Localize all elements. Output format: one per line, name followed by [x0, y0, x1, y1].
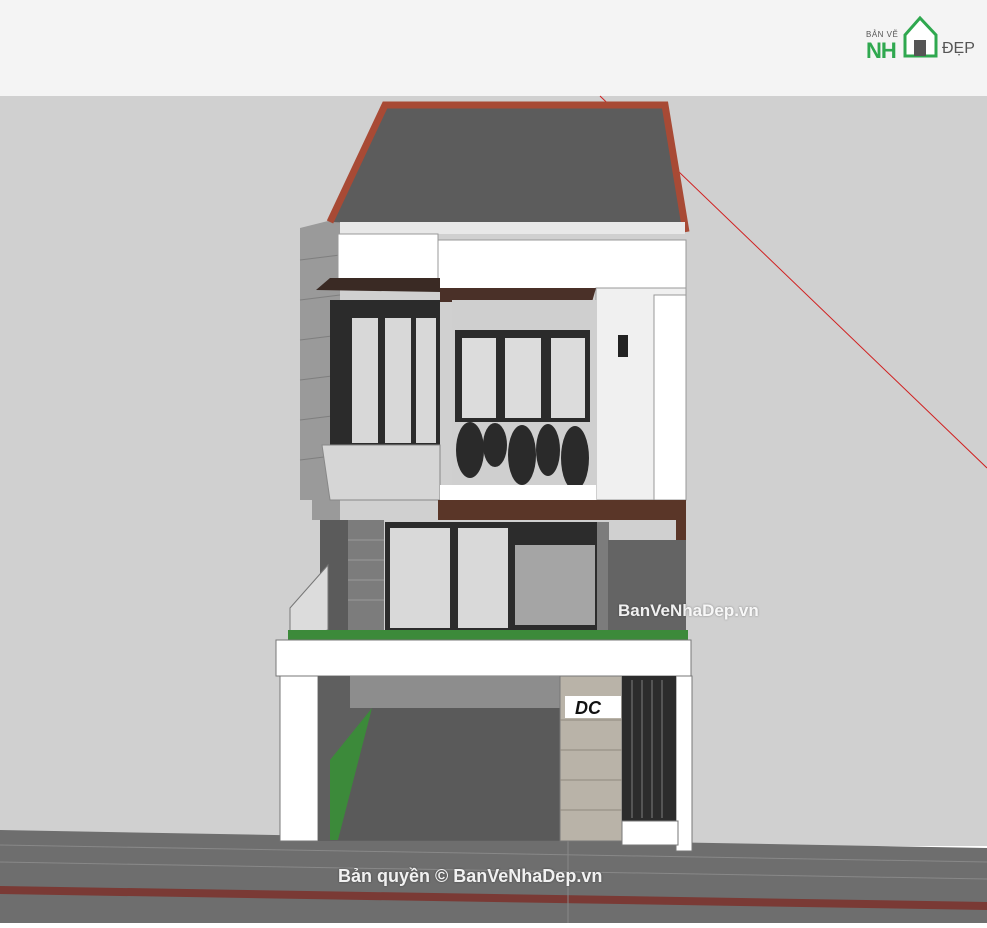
upper-left-balcony: [321, 444, 441, 501]
right-pillar: [653, 294, 687, 501]
watermark-bottom: Bản quyền © BanVeNhaDep.vn: [338, 866, 603, 886]
interior-furniture: [515, 545, 595, 625]
carport-pillar-left: [279, 675, 319, 842]
upper-parapet-left: [337, 233, 439, 280]
upper-center-panes: [462, 338, 585, 418]
ground-curtains: [390, 528, 508, 628]
brick-side: [597, 522, 609, 630]
carport-floor: [338, 708, 560, 840]
logo-suffix-text: ĐẸP: [942, 40, 975, 57]
logo-name-text: NH: [866, 38, 897, 63]
pergola-left: [316, 278, 440, 292]
render-scene: BẢN VẼ NH ĐẸP DC BanVeNhaDep.vn Bản quyề…: [0, 0, 987, 923]
pergola-right: [440, 288, 596, 302]
roof-fascia: [340, 222, 685, 234]
sky: [0, 0, 987, 96]
site-logo: BẢN VẼ NH ĐẸP: [866, 10, 976, 66]
upper-left-curtains: [352, 318, 436, 443]
carport-back-brick: [350, 676, 560, 708]
house-render: [0, 0, 987, 923]
gate-base: [621, 820, 679, 846]
upper-balcony-slab: [440, 485, 596, 500]
slatted-gate: [622, 676, 676, 821]
upper-parapet-right: [437, 239, 687, 291]
wall-lamp-upper: [618, 335, 628, 357]
wood-band: [438, 500, 686, 520]
roof: [330, 105, 686, 232]
terrace-planter: [288, 630, 688, 640]
carport-beam: [275, 639, 692, 677]
watermark-middle: BanVeNhaDep.vn: [618, 601, 759, 620]
brick-column: [348, 520, 384, 630]
house-sign-text: DC: [575, 698, 601, 718]
